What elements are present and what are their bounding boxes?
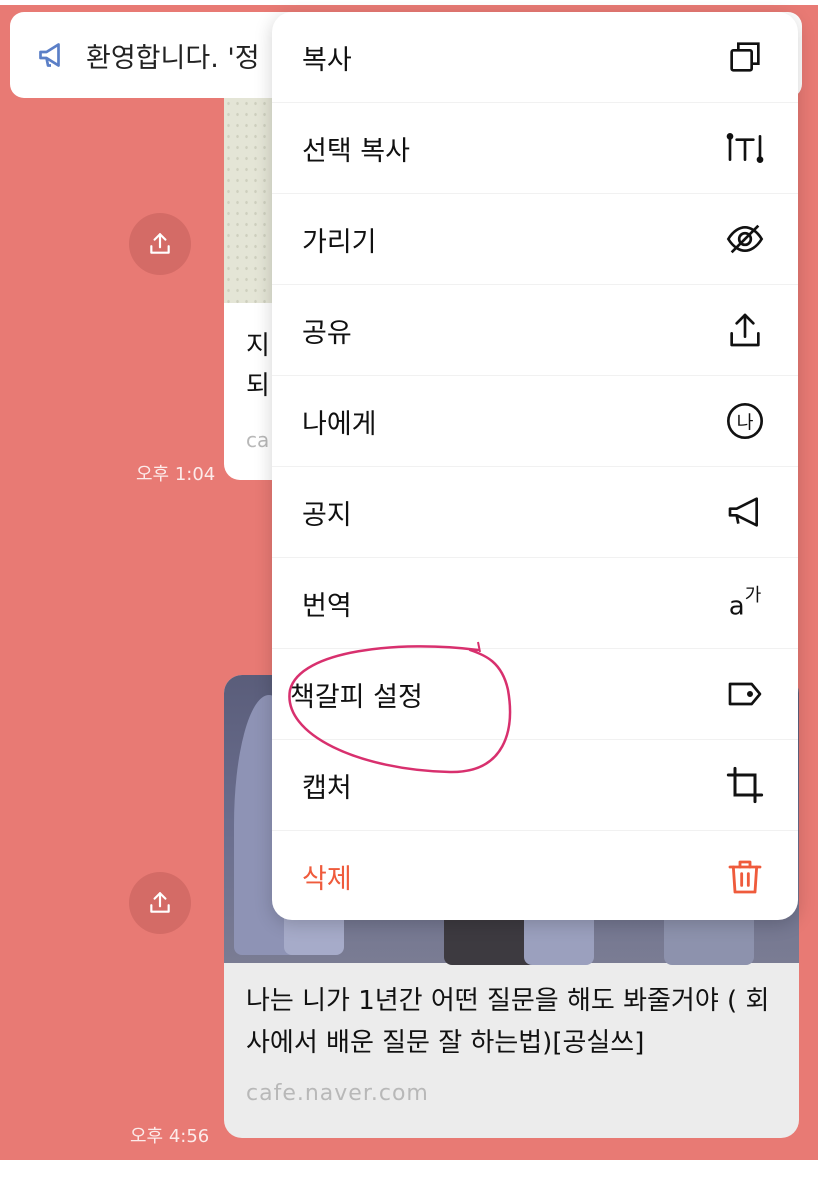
menu-item-to-me[interactable]: 나에게 나	[272, 376, 798, 467]
megaphone-icon	[39, 43, 60, 67]
share-icon	[150, 892, 170, 913]
share-button[interactable]	[129, 213, 191, 275]
translate-icon: a가	[724, 582, 766, 624]
top-divider	[0, 0, 827, 5]
text-select-icon	[724, 127, 766, 169]
menu-item-label: 가리기	[302, 226, 377, 258]
menu-item-copy[interactable]: 복사	[272, 12, 798, 103]
translate-icon-latin: a	[728, 591, 745, 622]
menu-item-bookmark[interactable]: 책갈피 설정	[272, 649, 798, 740]
menu-item-label: 번역	[302, 590, 352, 622]
eye-off-icon	[724, 218, 766, 260]
menu-item-label: 복사	[302, 44, 352, 76]
menu-item-label: 삭제	[302, 864, 352, 895]
me-circle-icon: 나	[724, 400, 766, 442]
share-button[interactable]	[129, 872, 191, 934]
trash-icon	[724, 856, 766, 898]
link-title: 나는 니가 1년간 어떤 질문을 해도 봐줄거야 ( 회사에서 배운 질문 잘 …	[246, 986, 770, 1058]
menu-item-hide[interactable]: 가리기	[272, 194, 798, 285]
menu-item-label: 캡처	[302, 772, 352, 804]
menu-item-notice[interactable]: 공지	[272, 467, 798, 558]
share-icon	[724, 309, 766, 351]
menu-item-delete[interactable]: 삭제	[272, 831, 798, 922]
menu-item-label: 책갈피 설정	[290, 681, 423, 713]
menu-item-label: 공지	[302, 499, 352, 531]
menu-item-label: 선택 복사	[302, 135, 410, 167]
menu-item-label: 공유	[302, 317, 352, 349]
menu-item-share[interactable]: 공유	[272, 285, 798, 376]
context-menu: 복사 선택 복사 가리기 공유 나에게 나 공지 번역 a가 책갈피 설정 캡처…	[272, 12, 798, 920]
menu-item-capture[interactable]: 캡처	[272, 740, 798, 831]
menu-item-select-copy[interactable]: 선택 복사	[272, 103, 798, 194]
message-time: 오후 1:04	[136, 464, 216, 485]
bookmark-tag-icon	[724, 673, 766, 715]
copy-icon	[724, 36, 766, 78]
megaphone-icon	[724, 491, 766, 533]
message-time: 오후 4:56	[130, 1126, 210, 1147]
menu-item-label: 나에게	[302, 408, 377, 440]
share-icon	[150, 233, 170, 254]
link-domain: cafe.naver.com	[246, 1081, 429, 1106]
menu-item-translate[interactable]: 번역 a가	[272, 558, 798, 649]
me-icon-text: 나	[737, 413, 754, 434]
translate-icon-hangul: 가	[744, 584, 762, 606]
crop-icon	[724, 764, 766, 806]
notice-text: 환영합니다. '정	[86, 42, 260, 74]
